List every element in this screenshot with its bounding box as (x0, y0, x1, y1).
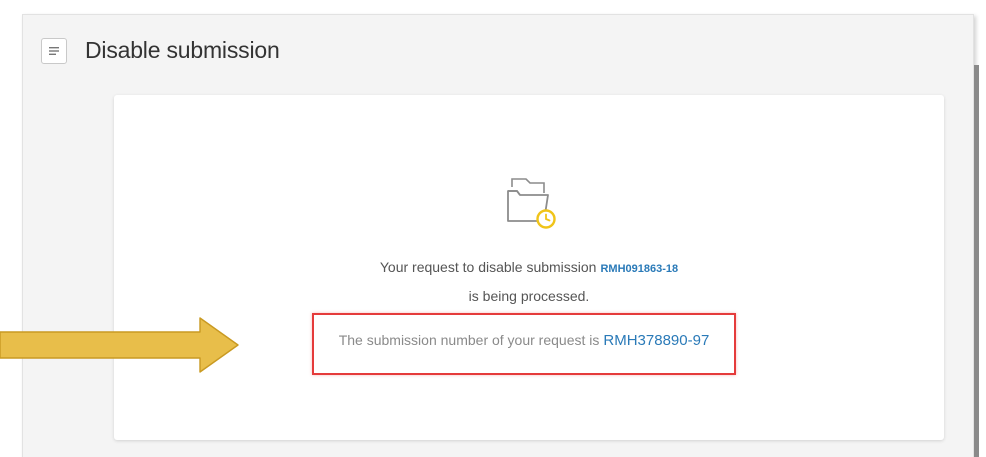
screen: Disable submission Your request to disab… (0, 0, 986, 457)
hamburger-menu-icon (49, 46, 59, 55)
processing-message: is being processed. (468, 288, 590, 304)
confirmation-card: Your request to disable submission RMH091… (114, 95, 944, 440)
page-title: Disable submission (85, 37, 280, 63)
annotation-arrow-icon (0, 317, 239, 373)
folder-pending-icon (507, 178, 556, 229)
request-message: Your request to disable submission RMH091… (114, 259, 944, 275)
submission-number-message: The submission number of your request is… (312, 332, 736, 349)
submission-number-link[interactable]: RMH378890-97 (603, 332, 709, 349)
reference-number-link[interactable]: RMH091863-18 (600, 263, 678, 275)
page-header: Disable submission (41, 37, 280, 64)
submission-number-label: The submission number of your request is (338, 332, 600, 348)
menu-toggle-button[interactable] (41, 37, 67, 64)
request-message-text: Your request to disable submission (379, 259, 597, 275)
